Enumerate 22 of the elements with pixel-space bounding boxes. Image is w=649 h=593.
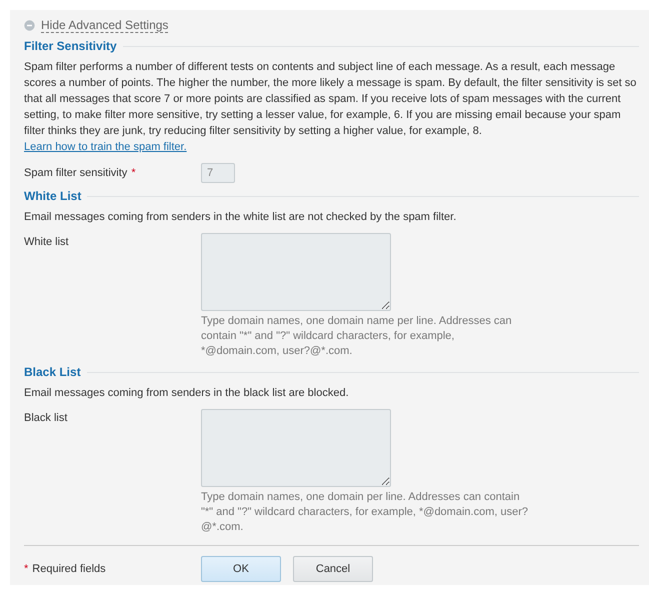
field-label: Spam filter sensitivity xyxy=(24,167,128,181)
field-hint: Type domain names, one domain name per line. Addresses can contain "*" and "?" wildcard characters, for example, *@domain.com, user?@*.com. xyxy=(201,314,513,359)
cancel-button[interactable]: Cancel xyxy=(293,556,373,582)
section-description: Email messages coming from senders in the black list are blocked. xyxy=(24,386,350,401)
sensitivity-field[interactable]: 7 xyxy=(201,163,235,183)
domain-list-field[interactable] xyxy=(201,409,391,487)
field-label: Black list xyxy=(24,412,68,426)
section-title: Black List xyxy=(24,365,81,379)
required-fields-note: Required fields xyxy=(32,563,106,575)
section-title: White List xyxy=(24,189,82,203)
hide-advanced-settings-toggle[interactable]: Hide Advanced Settings xyxy=(24,18,168,33)
minus-circle-icon xyxy=(24,20,35,31)
field-label: White list xyxy=(24,236,69,250)
section-description: Email messages coming from senders in the white list are not checked by the spam filter. xyxy=(24,210,458,225)
train-spam-filter-link[interactable]: Learn how to train the spam filter. xyxy=(24,141,187,153)
field-hint: Type domain names, one domain per line. Addresses can contain "*" and "?" wildcard characters, for example, *@domain.com, user?@*.com. xyxy=(201,490,529,535)
required-marker: * xyxy=(24,563,28,575)
ok-button[interactable]: OK xyxy=(201,556,281,582)
required-marker: * xyxy=(131,167,136,181)
section-description: Spam filter performs a number of different tests on contents and subject line of each message. As a result, each message scores a number of points. The higher the number, the more likely a message is spam. By default, the filter sensitivity is set so that all messages that score 7 or more points are classified as spam. If you receive lots of spam messages with the current setting, to make filter more sensitive, try setting a lesser value, for example, 6. If you are missing email because your spam filter thinks they are junk, try reducing filter sensitivity by setting a higher value, for example, 8. Learn how to train the spam filter. xyxy=(24,60,638,155)
domain-list-field[interactable] xyxy=(201,233,391,311)
section-title: Filter Sensitivity xyxy=(24,39,117,53)
